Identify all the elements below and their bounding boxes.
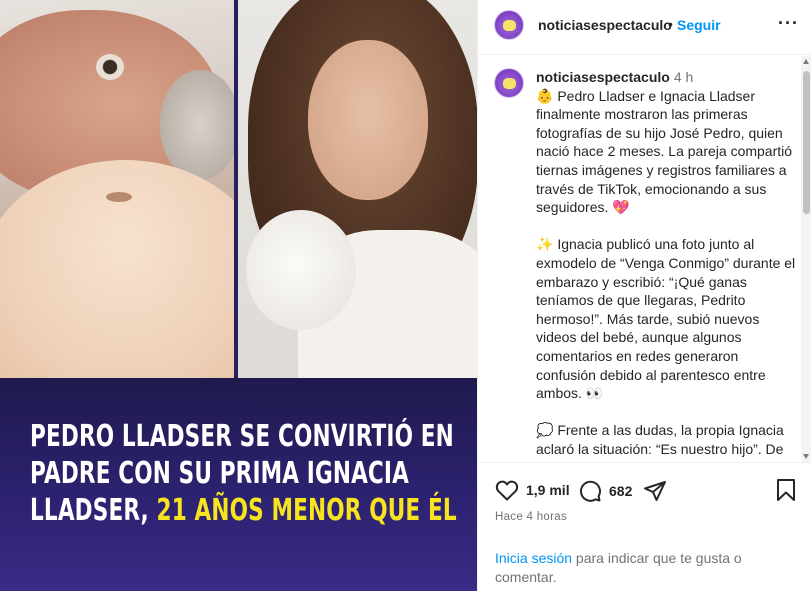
- newborn-baby: [246, 210, 356, 330]
- bookmark-icon: [777, 479, 795, 501]
- avatar[interactable]: [494, 10, 524, 40]
- man-eye: [96, 54, 124, 80]
- caption-time: 4 h: [673, 69, 694, 85]
- post-sidebar: noticiasespectaculo • Seguir ··· noticia…: [477, 0, 811, 591]
- post-header: noticiasespectaculo • Seguir ···: [478, 0, 811, 55]
- headline-highlight: 21 años menor que él: [156, 493, 457, 528]
- caption-avatar[interactable]: [494, 68, 524, 98]
- header-username[interactable]: noticiasespectaculo: [538, 17, 672, 33]
- share-button[interactable]: [643, 479, 667, 503]
- likes-count: 1,9 mil: [526, 482, 570, 498]
- post-headline: Pedro Lladser se convirtió en padre con …: [30, 418, 462, 529]
- caption-username[interactable]: noticiasespectaculo: [536, 69, 670, 85]
- caption-paragraph-3: 💭 Frente a las dudas, la propia Ignacia …: [536, 422, 784, 462]
- scrollbar-thumb[interactable]: [803, 71, 810, 214]
- caption-paragraph-1: 👶 Pedro Lladser e Ignacia Lladser finalm…: [536, 87, 793, 216]
- like-button[interactable]: 1,9 mil: [495, 479, 570, 501]
- post-timestamp: Hace 4 horas: [495, 511, 567, 523]
- comments-count: 682: [609, 483, 633, 499]
- separator-dot: •: [668, 16, 673, 32]
- follow-button[interactable]: Seguir: [677, 17, 721, 33]
- comment-bubble-icon: [579, 480, 601, 502]
- photo-man-on-belly: [0, 0, 234, 378]
- caption-area: noticiasespectaculo 4 h 👶 Pedro Lladser e…: [478, 56, 811, 462]
- caption-paragraph-2: ✨ Ignacia publicó una foto junto al exmo…: [536, 236, 796, 402]
- actions-bar: 1,9 mil 682 Hace 4 horas Inicia sesión p…: [478, 462, 811, 591]
- caption-scrollbar[interactable]: [801, 56, 811, 462]
- caption: noticiasespectaculo 4 h 👶 Pedro Lladser e…: [536, 68, 798, 462]
- scroll-up-arrow-icon[interactable]: [803, 59, 809, 64]
- woman-face: [308, 40, 428, 200]
- paper-plane-icon: [644, 481, 666, 501]
- save-button[interactable]: [776, 478, 796, 507]
- login-prompt: Inicia sesión para indicar que te gusta …: [495, 549, 795, 587]
- man-beard: [160, 70, 234, 180]
- photo-mother-with-baby: [238, 0, 477, 378]
- navel: [106, 192, 132, 202]
- heart-icon: [495, 480, 519, 501]
- more-options-icon[interactable]: ···: [778, 13, 799, 34]
- scroll-down-arrow-icon[interactable]: [803, 454, 809, 459]
- login-link[interactable]: Inicia sesión: [495, 550, 572, 566]
- post-image[interactable]: Pedro Lladser se convirtió en padre con …: [0, 0, 477, 591]
- comment-button[interactable]: 682: [578, 479, 632, 503]
